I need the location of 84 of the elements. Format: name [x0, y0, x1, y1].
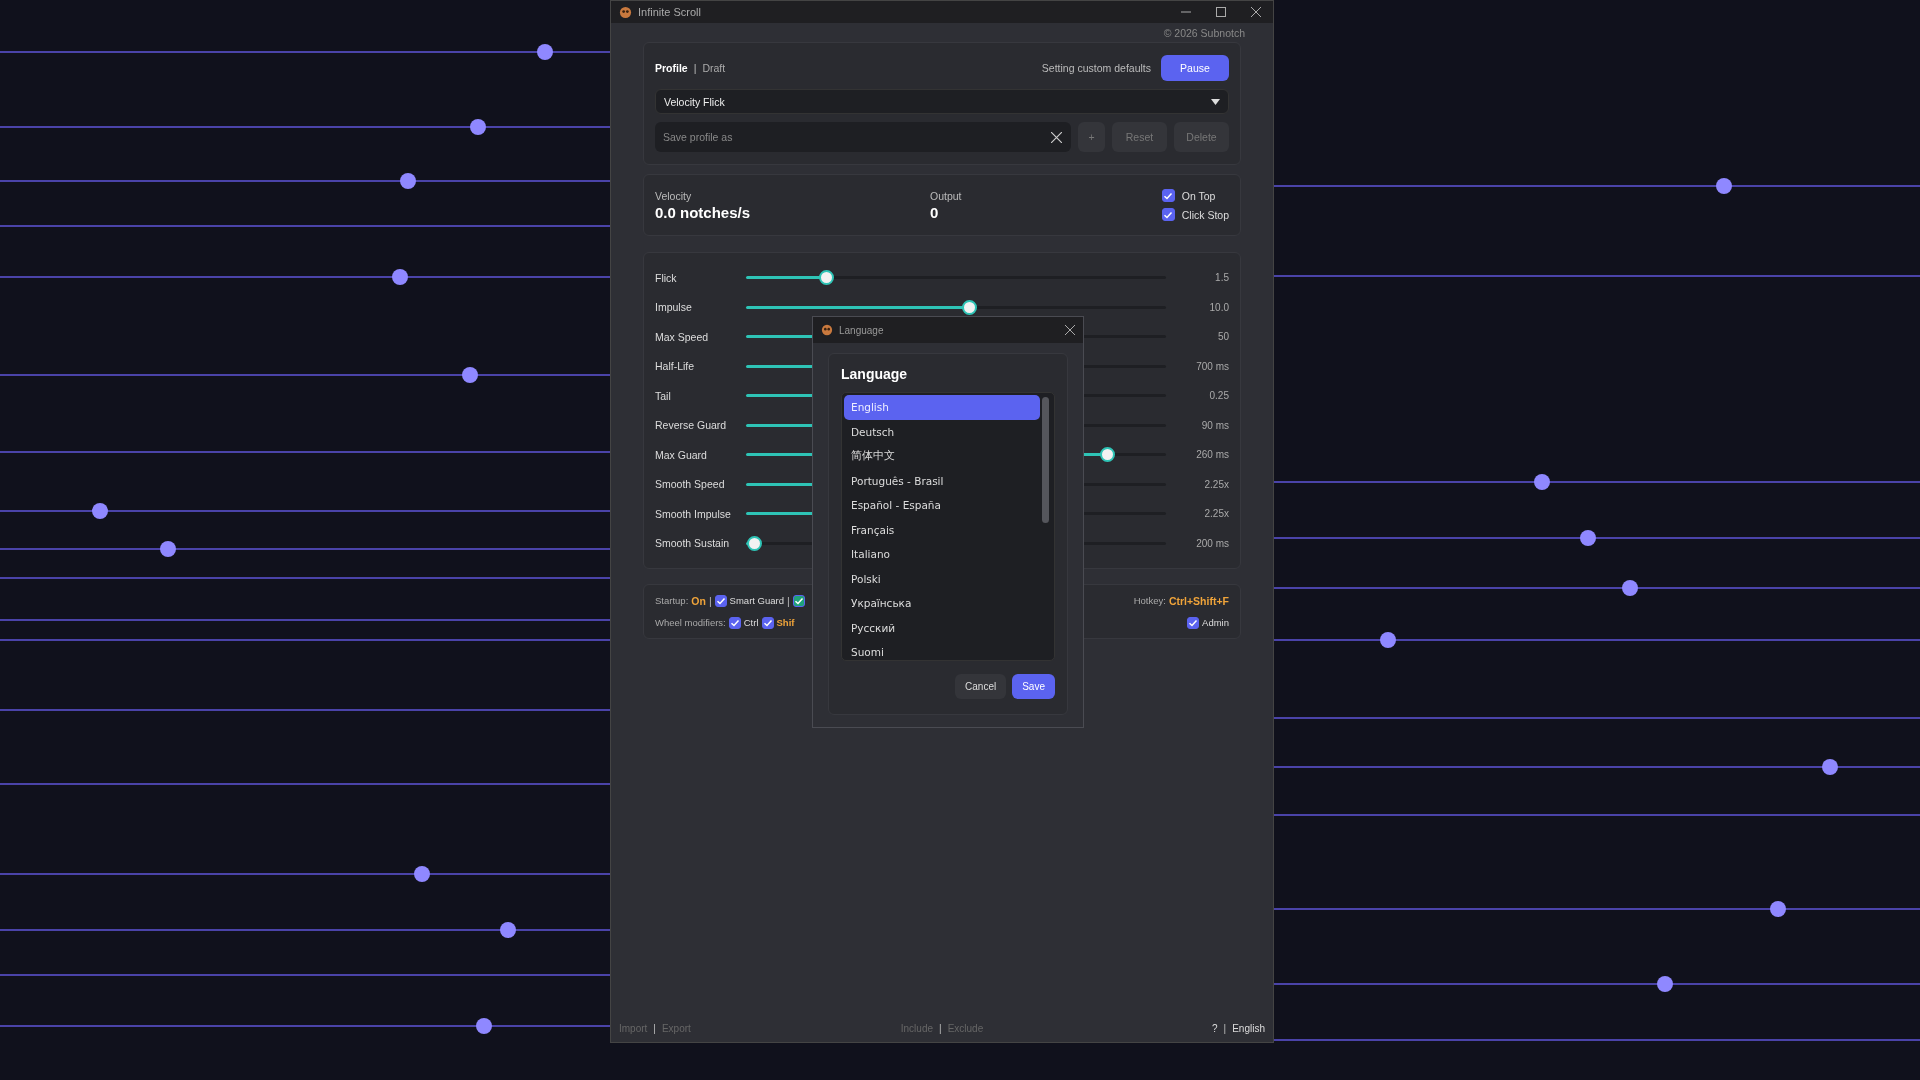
save-profile-field[interactable]: Save profile as [655, 122, 1071, 152]
separator-text: | [939, 1022, 942, 1034]
slider-label: Smooth Speed [655, 478, 726, 491]
profile-tab[interactable]: Profile [655, 62, 688, 74]
checkbox[interactable] [792, 594, 805, 607]
slider-value: 50 [1217, 331, 1229, 343]
option-label: Ctrl [743, 617, 759, 628]
language-item[interactable]: 简体中文 [844, 444, 1040, 469]
language-item[interactable]: Deutsch [844, 419, 1040, 444]
slider-thumb[interactable] [747, 535, 763, 551]
profile-tab[interactable]: Draft [702, 62, 726, 74]
language-item[interactable]: Español - España [844, 493, 1040, 518]
wheel-modifiers-label: Wheel modifiers: [655, 617, 726, 628]
profile-dropdown[interactable]: Velocity Flick [655, 89, 1229, 114]
language-item[interactable]: Polski [844, 566, 1040, 591]
slider-value: 1.5 [1215, 272, 1229, 284]
slider-thumb[interactable] [961, 299, 977, 315]
slider-label: Impulse [655, 301, 693, 314]
separator-text: | [653, 1022, 656, 1034]
hotkey-label: Hotkey: [1133, 595, 1166, 606]
readout-label: Velocity [655, 189, 693, 202]
slider-label: Max Guard [655, 448, 708, 461]
separator-text: | [1223, 1022, 1227, 1034]
startup-label: Startup: [655, 595, 689, 606]
option-label: On Top [1181, 189, 1216, 202]
slider-label: Max Speed [655, 330, 710, 343]
slider-value: 200 ms [1196, 537, 1229, 549]
app-logo-icon [821, 324, 833, 336]
language-item[interactable]: English [844, 395, 1040, 420]
maximize-icon[interactable] [1216, 7, 1226, 17]
readout-label: Output [930, 189, 962, 202]
language-item[interactable]: Italiano [844, 542, 1040, 567]
slider-thumb[interactable] [818, 270, 834, 286]
window-title: Infinite Scroll [638, 6, 701, 18]
slider-label: Flick [655, 271, 678, 284]
caret-icon [1211, 98, 1220, 105]
close-icon[interactable] [1065, 325, 1075, 335]
option-label: Admin [1202, 617, 1229, 628]
checkbox[interactable] [728, 616, 741, 629]
footer-link[interactable]: ? [1212, 1022, 1218, 1034]
status-text: Setting custom defaults [1041, 62, 1151, 74]
slider-label: Smooth Impulse [655, 507, 732, 520]
app-logo-icon [619, 5, 632, 19]
slider-label: Smooth Sustain [655, 537, 731, 550]
readout-value: 0.0 notches/s [655, 203, 752, 221]
slider-value: 700 ms [1196, 360, 1229, 372]
language-item[interactable]: Українська [844, 591, 1040, 616]
language-item[interactable]: Suomi [844, 640, 1040, 660]
separator-text: | [708, 594, 712, 607]
option-label: Click Stop [1181, 208, 1229, 221]
close-icon[interactable] [1251, 7, 1261, 17]
slider-thumb[interactable] [1100, 447, 1116, 463]
language-item[interactable]: Русский [844, 615, 1040, 640]
readout-value: 0 [930, 203, 940, 221]
slider-value: 10.0 [1209, 301, 1229, 313]
slider-label: Reverse Guard [655, 419, 728, 432]
slider-value: 2.25x [1204, 478, 1229, 490]
dialog-heading: Language [841, 366, 909, 382]
checkbox[interactable] [1161, 189, 1175, 202]
copyright-text: © 2026 Subnotch [1163, 27, 1245, 39]
dialog-title: Language [839, 324, 884, 336]
slider-label: Tail [655, 389, 672, 402]
language-item[interactable]: Português - Brasil [844, 468, 1040, 493]
slider-value: 260 ms [1196, 449, 1229, 461]
dialog-button[interactable]: Save [1012, 674, 1055, 699]
checkbox[interactable] [761, 616, 774, 629]
slider-value: 90 ms [1201, 419, 1229, 431]
slider-label: Half-Life [655, 360, 696, 373]
pause-button[interactable]: Pause [1161, 55, 1229, 81]
checkbox[interactable] [1187, 616, 1200, 629]
slider-value: 2.25x [1204, 508, 1229, 520]
checkbox[interactable] [714, 594, 727, 607]
language-item[interactable]: Français [844, 517, 1040, 542]
checkbox[interactable] [1161, 208, 1175, 221]
footer-link[interactable]: English [1232, 1022, 1265, 1034]
clear-icon[interactable] [1051, 132, 1062, 143]
option-label: Smart Guard [729, 595, 784, 606]
slider-value: 0.25 [1209, 390, 1229, 402]
option-label: Shif [776, 617, 795, 628]
separator-text: | [787, 594, 790, 607]
hotkey-value: Ctrl+Shift+F [1168, 594, 1229, 607]
startup-value: On [691, 594, 706, 607]
separator-text: | [693, 62, 697, 74]
dialog-button[interactable]: Cancel [955, 674, 1007, 699]
